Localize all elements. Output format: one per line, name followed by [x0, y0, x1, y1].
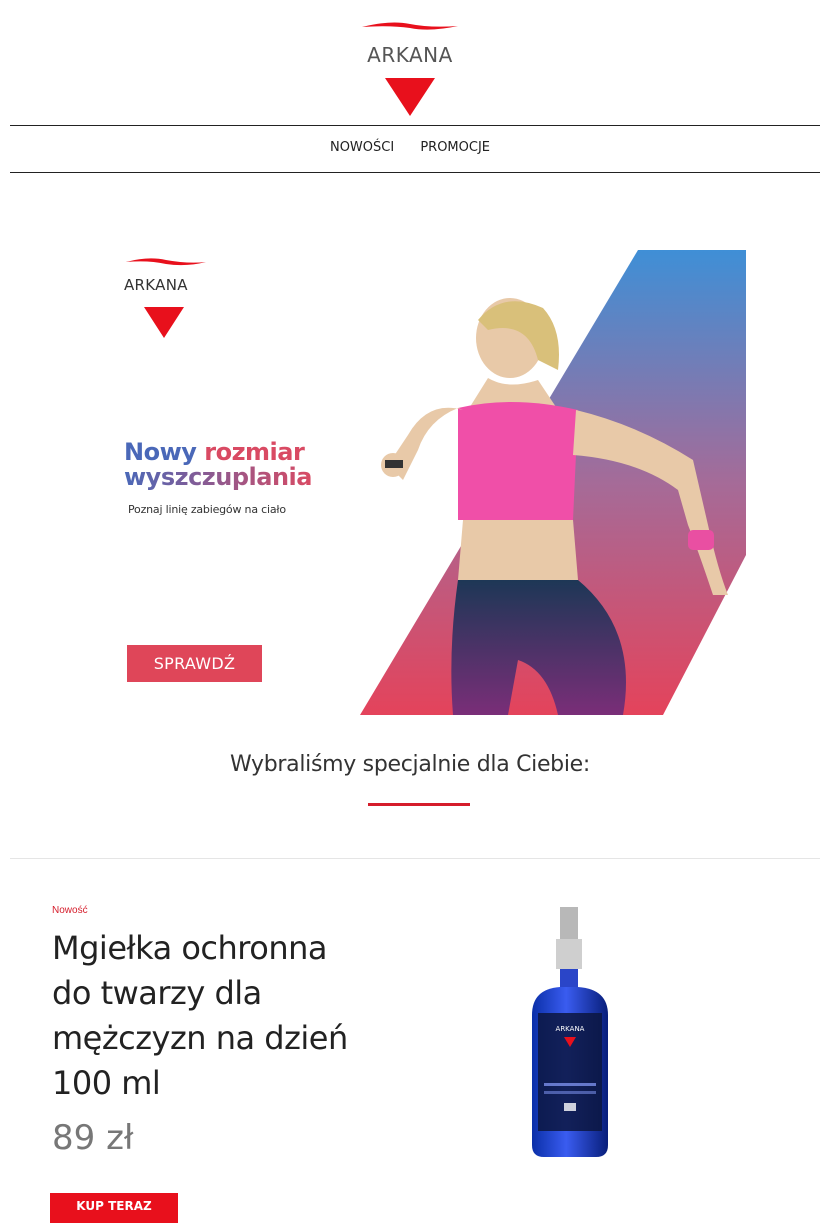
logo-mark-icon	[362, 22, 458, 116]
headline-word-2: rozmiar	[204, 438, 305, 466]
spray-bottle-icon: ARKANA	[532, 907, 608, 1157]
main-nav: NOWOŚCI PROMOCJE	[0, 140, 820, 155]
nav-top-divider	[10, 125, 820, 126]
promo-banner[interactable]: ARKANA Nowy rozmiar wyszczuplania Poznaj…	[118, 250, 748, 715]
section-divider	[10, 858, 820, 859]
banner-brand-name: ARKANA	[124, 276, 188, 294]
bottle-label-brand: ARKANA	[556, 1025, 585, 1033]
section-title: Wybraliśmy specjalnie dla Ciebie:	[229, 752, 591, 777]
nav-bottom-divider	[10, 172, 820, 173]
banner-subheadline: Poznaj linię zabiegów na ciało	[128, 503, 286, 516]
product-price: 89 zł	[52, 1118, 134, 1158]
banner-headline: Nowy rozmiar wyszczuplania	[124, 440, 354, 490]
section-title-underline	[368, 803, 470, 806]
banner-cta-button[interactable]: SPRAWDŹ	[127, 645, 262, 682]
headline-line-2: wyszczuplania	[124, 463, 312, 491]
buy-now-button[interactable]: KUP TERAZ	[50, 1193, 178, 1223]
product-title[interactable]: Mgiełka ochronna do twarzy dla mężczyzn …	[52, 926, 372, 1106]
nav-item-nowosci[interactable]: NOWOŚCI	[330, 140, 394, 155]
brand-logo[interactable]	[0, 18, 820, 118]
product-image[interactable]: ARKANA	[520, 905, 620, 1165]
nav-item-promocje[interactable]: PROMOCJE	[420, 140, 490, 155]
new-badge: Nowość	[52, 905, 88, 916]
brand-name: ARKANA	[367, 43, 453, 67]
headline-word-1: Nowy	[124, 438, 197, 466]
